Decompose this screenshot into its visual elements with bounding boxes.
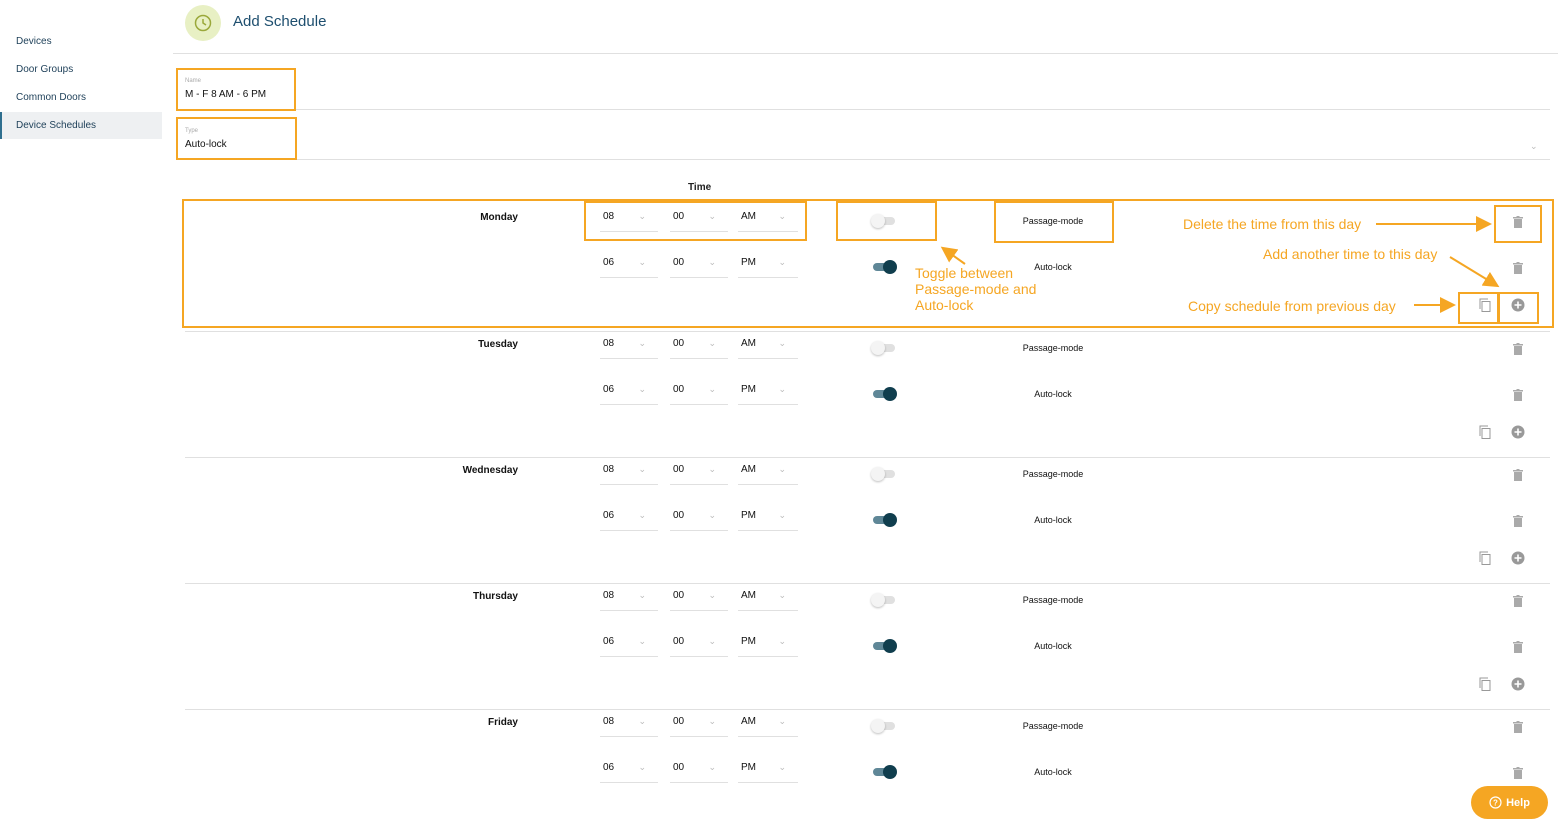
help-label: Help [1506, 796, 1530, 809]
help-icon: ? [1489, 796, 1502, 809]
annotation-toggle-note: Toggle between Passage-mode and Auto-loc… [915, 265, 1037, 313]
help-button[interactable]: ? Help [1471, 786, 1548, 819]
annotation-copy-note: Copy schedule from previous day [1188, 298, 1396, 314]
annotation-add-note: Add another time to this day [1263, 246, 1438, 262]
annotation-arrows [940, 216, 1500, 313]
annotation-delete-note: Delete the time from this day [1183, 216, 1362, 232]
svg-text:?: ? [1493, 799, 1498, 808]
